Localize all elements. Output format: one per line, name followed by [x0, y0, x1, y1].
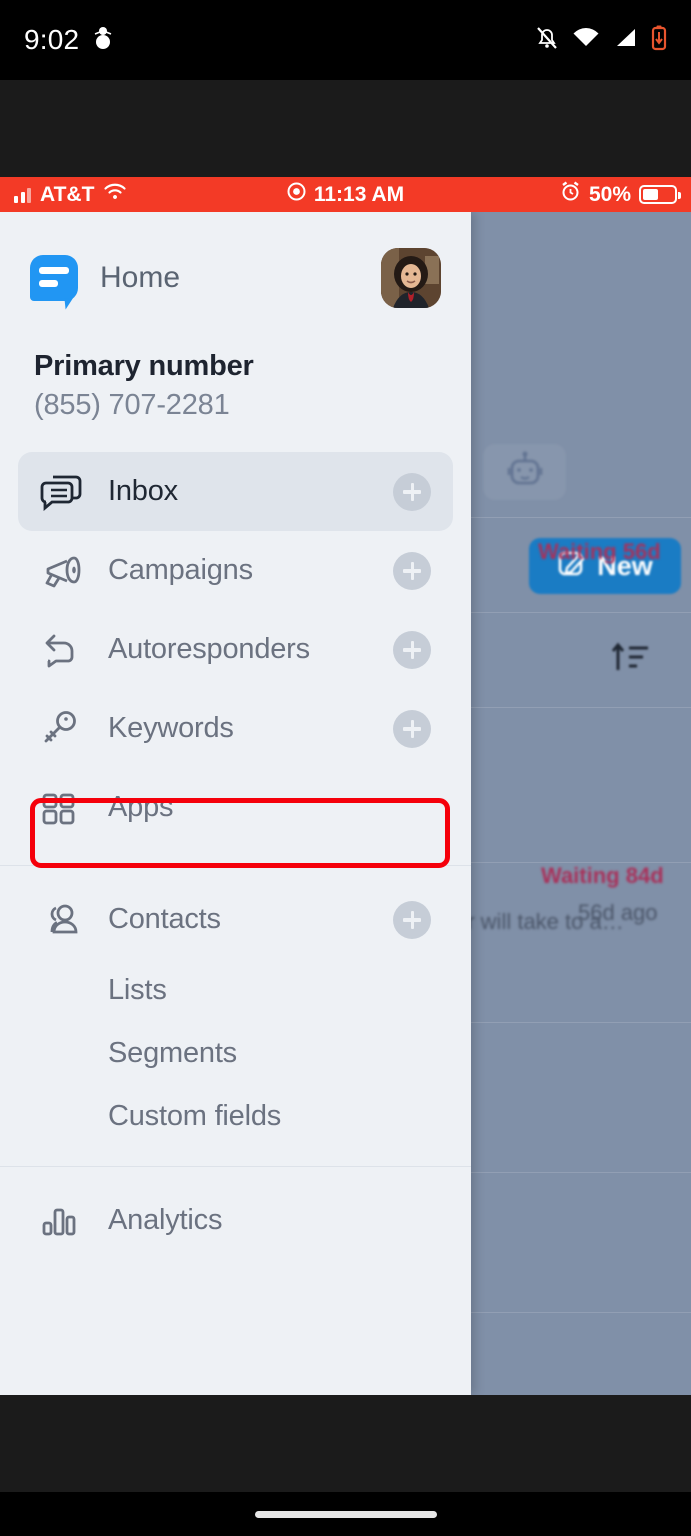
letterbox-gap — [0, 80, 691, 177]
battery-low-icon — [651, 25, 667, 56]
sidebar-item-autoresponders[interactable]: Autoresponders — [18, 610, 453, 689]
chat-bubbles-icon — [40, 473, 86, 511]
app-viewport: New Waiting 56d 56d ago Waiting 84d er w… — [0, 212, 691, 1395]
ios-status-bar: AT&T 11:13 AM 50% — [0, 177, 691, 212]
section-divider-2 — [0, 1166, 471, 1167]
cell-signal-icon — [14, 186, 31, 203]
add-campaign-button[interactable] — [393, 551, 431, 590]
battery-icon — [639, 185, 681, 204]
ios-status-left: AT&T — [14, 183, 127, 207]
sidebar-subitem-label: Lists — [108, 974, 167, 1006]
section-divider — [0, 865, 471, 866]
sidebar-item-label: Inbox — [108, 475, 178, 507]
android-status-right — [535, 25, 667, 56]
carrier-label: AT&T — [40, 182, 95, 206]
android-status-bar: 9:02 — [0, 0, 691, 80]
sidebar-item-apps[interactable]: Apps — [18, 768, 453, 847]
sidebar-item-inbox[interactable]: Inbox — [18, 452, 453, 531]
snowman-icon — [93, 25, 113, 56]
megaphone-icon — [40, 552, 86, 590]
sidebar-item-keywords[interactable]: Keywords — [18, 689, 453, 768]
sidebar-item-label: Autoresponders — [108, 633, 310, 665]
add-autoresponder-button[interactable] — [393, 630, 431, 669]
battery-percent-label: 50% — [588, 182, 631, 206]
grid-squares-icon — [40, 789, 86, 827]
android-clock: 9:02 — [24, 24, 80, 55]
drawer-header: Home — [0, 212, 471, 310]
add-inbox-button[interactable] — [393, 472, 431, 511]
ios-clock: 11:13 AM — [313, 182, 405, 206]
row-status-0: Waiting 56d — [538, 539, 661, 564]
home-indicator[interactable] — [254, 1510, 437, 1518]
sidebar-item-label: Apps — [108, 791, 174, 823]
android-status-left: 9:02 — [24, 24, 113, 56]
android-navigation-bar — [0, 1492, 691, 1536]
sidebar-item-label: Keywords — [108, 712, 234, 744]
key-icon — [40, 710, 86, 748]
primary-number-block: Primary number (855) 707-2281 — [0, 308, 471, 422]
notifications-off-icon — [535, 25, 559, 56]
users-icon — [40, 901, 86, 939]
add-keyword-button[interactable] — [393, 709, 431, 748]
sidebar-subitem-label: Segments — [108, 1037, 237, 1069]
sidebar-item-lists[interactable]: Lists — [18, 959, 453, 1022]
robot-icon — [483, 444, 566, 500]
sidebar-item-label: Campaigns — [108, 554, 253, 586]
alarm-clock-icon — [560, 181, 581, 208]
sidebar-item-custom-fields[interactable]: Custom fields — [18, 1085, 453, 1148]
sidebar-item-analytics[interactable]: Analytics — [18, 1181, 453, 1260]
sidebar-item-label: Contacts — [108, 903, 221, 935]
drawer-nav: Inbox Campaigns Autoresponders Keywords … — [0, 452, 471, 1260]
add-contact-button[interactable] — [393, 900, 431, 939]
ios-status-right: 50% — [560, 181, 681, 208]
sidebar-item-campaigns[interactable]: Campaigns — [18, 531, 453, 610]
cell-signal-icon — [613, 27, 638, 54]
bar-chart-icon — [40, 1204, 86, 1238]
primary-number-value[interactable]: (855) 707-2281 — [34, 389, 441, 422]
letterbox-bottom — [0, 1395, 691, 1492]
sidebar-item-segments[interactable]: Segments — [18, 1022, 453, 1085]
sidebar-item-contacts[interactable]: Contacts — [18, 880, 453, 959]
primary-number-title: Primary number — [34, 350, 254, 382]
sidebar-subitem-label: Custom fields — [108, 1100, 282, 1132]
wifi-icon — [103, 183, 127, 207]
reply-arrow-icon — [40, 631, 86, 669]
row-status-2: Waiting 84d — [541, 863, 664, 888]
wifi-icon — [572, 27, 600, 54]
home-label[interactable]: Home — [100, 261, 180, 295]
chat-bubble-logo-icon — [30, 255, 78, 310]
avatar[interactable] — [381, 248, 441, 308]
phone-screenshot: 9:02 AT&T 11:13 AM 50% New Waiting 56d 5… — [0, 0, 691, 1536]
sidebar-item-label: Analytics — [108, 1204, 223, 1236]
sort-icon — [610, 640, 652, 681]
row-preview-2: er will take to a… — [455, 909, 624, 934]
screen-record-icon — [287, 182, 306, 207]
navigation-drawer: Home Primary number (855) 707-2281 Inbox… — [0, 212, 471, 1395]
